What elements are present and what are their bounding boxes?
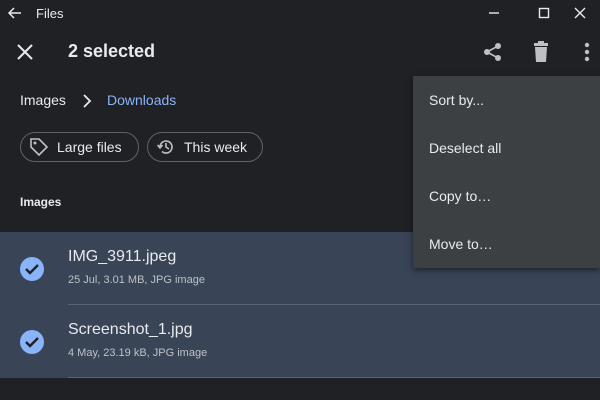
chip-large-files[interactable]: Large files: [20, 132, 139, 162]
checked-circle-icon[interactable]: [19, 256, 45, 282]
breadcrumb-downloads[interactable]: Downloads: [107, 92, 176, 108]
more-options-button[interactable]: [573, 38, 600, 66]
delete-button[interactable]: [527, 38, 555, 66]
tag-icon: [30, 138, 49, 157]
file-name: Screenshot_1.jpg: [68, 321, 193, 338]
breadcrumb-images[interactable]: Images: [20, 92, 66, 108]
back-arrow-icon[interactable]: [6, 4, 24, 22]
close-selection-icon[interactable]: [12, 39, 38, 65]
chip-large-files-label: Large files: [57, 139, 122, 155]
menu-item-deselect-all[interactable]: Deselect all: [413, 124, 600, 172]
menu-item-move-to[interactable]: Move to…: [413, 220, 600, 268]
chip-this-week-label: This week: [184, 139, 248, 155]
row-divider: [68, 377, 600, 378]
section-heading: Images: [20, 195, 62, 209]
minimize-button[interactable]: [483, 2, 505, 24]
maximize-icon: [538, 7, 550, 19]
menu-item-sort-by[interactable]: Sort by...: [413, 76, 600, 124]
file-meta: 25 Jul, 3.01 MB, JPG image: [68, 274, 205, 286]
checked-circle-icon[interactable]: [19, 329, 45, 355]
maximize-button[interactable]: [533, 2, 555, 24]
chip-this-week[interactable]: This week: [147, 132, 263, 162]
window-title: Files: [36, 6, 64, 21]
chevron-right-icon: [83, 94, 92, 108]
file-meta: 4 May, 23.19 kB, JPG image: [68, 347, 208, 359]
window-titlebar: Files: [0, 0, 600, 26]
selection-app-bar: 2 selected: [0, 26, 600, 80]
file-name: IMG_3911.jpeg: [68, 248, 177, 265]
selection-count-title: 2 selected: [68, 41, 156, 61]
share-icon: [484, 43, 501, 61]
more-vert-icon: [584, 42, 590, 62]
overflow-menu: Sort by... Deselect all Copy to… Move to…: [413, 76, 600, 268]
menu-item-copy-to[interactable]: Copy to…: [413, 172, 600, 220]
file-row[interactable]: Screenshot_1.jpg 4 May, 23.19 kB, JPG im…: [0, 305, 600, 378]
share-button[interactable]: [479, 38, 507, 66]
window-close-icon: [574, 7, 586, 19]
history-icon: [156, 140, 173, 154]
trash-icon: [534, 41, 548, 62]
window-close-button[interactable]: [569, 2, 591, 24]
minimize-icon: [489, 12, 499, 14]
